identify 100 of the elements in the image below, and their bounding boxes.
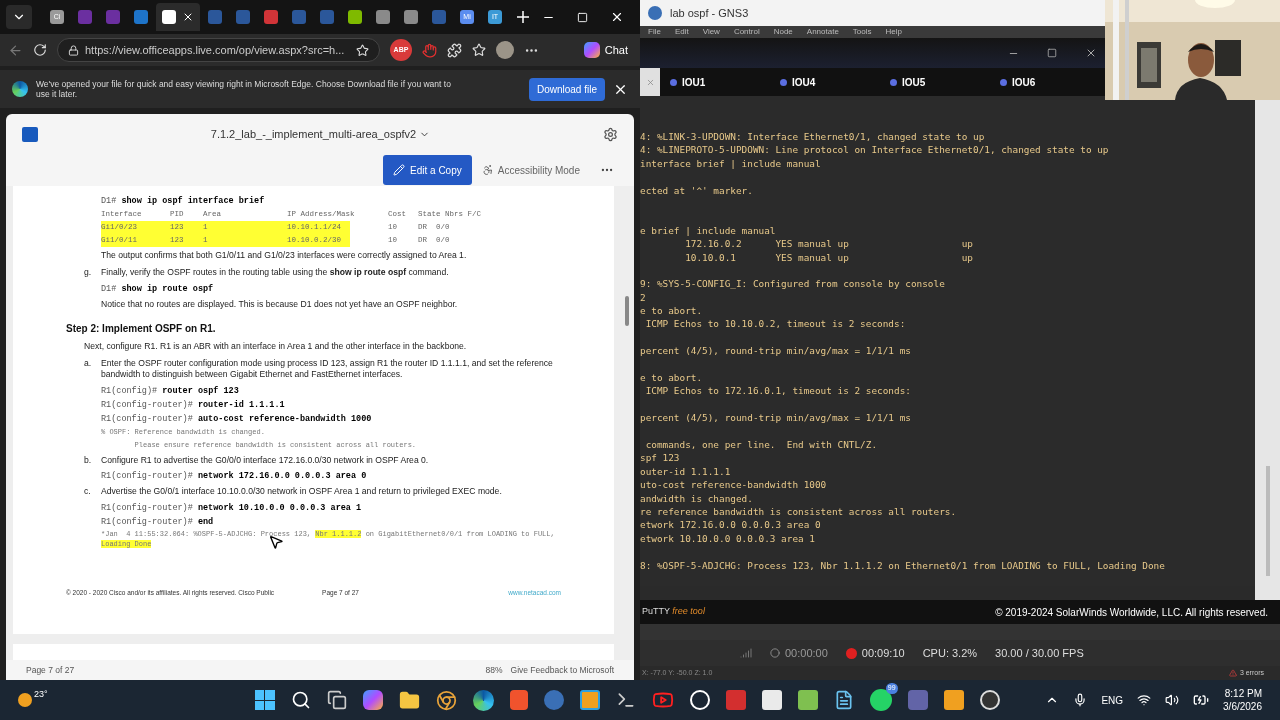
terminal-line: 4: %LINK-3-UPDOWN: Interface Ethernet0/1, changed state to up bbox=[640, 130, 986, 144]
tab-favicon-icon bbox=[432, 10, 446, 24]
menu-item[interactable]: View bbox=[702, 27, 720, 37]
terminal-line: 8: %OSPF-5-ADJCHG: Process 123, Nbr 1.1.1.2 on Ethernet0/1 from LOADING to FULL, Loading Done bbox=[640, 558, 1166, 572]
tab-favicon-icon bbox=[78, 10, 92, 24]
scrollbar-thumb[interactable] bbox=[625, 296, 629, 326]
settings-icon[interactable] bbox=[603, 126, 618, 142]
edit-copy-button[interactable]: Edit a Copy bbox=[383, 155, 472, 185]
tab-favicon-icon bbox=[106, 10, 120, 24]
step-letter: b. bbox=[84, 454, 93, 466]
close-icon[interactable] bbox=[610, 10, 624, 24]
chrome-icon[interactable] bbox=[435, 689, 457, 711]
favorites-icon[interactable] bbox=[472, 43, 486, 57]
menu-item[interactable]: Control bbox=[733, 27, 760, 37]
code-line: D1# show ip route ospf bbox=[100, 282, 215, 296]
wifi-icon[interactable] bbox=[1137, 693, 1152, 707]
menu-item[interactable]: File bbox=[648, 27, 661, 37]
terminal-line: e brief | include manual bbox=[640, 223, 777, 238]
scrollbar-thumb[interactable] bbox=[1265, 466, 1270, 576]
console-tab[interactable]: IOU5 bbox=[880, 74, 990, 90]
language-indicator[interactable]: ENG bbox=[1101, 692, 1124, 708]
terminal-line: 2 bbox=[640, 290, 647, 305]
clock-date[interactable]: 3/6/2026 bbox=[1223, 700, 1262, 713]
zoom-level[interactable]: 88% bbox=[485, 663, 503, 677]
terminal-line: 4: %LINEPROTO-5-UPDOWN: Line protocol on Interface Ethernet0/1, changed state to up bbox=[640, 143, 1110, 157]
menu-item[interactable]: Help bbox=[885, 27, 902, 37]
folder-icon[interactable] bbox=[398, 689, 420, 711]
step-heading: Step 2: Implement OSPF on R1. bbox=[65, 321, 217, 336]
info-message: We've opened your file for quick and easy viewing right in Microsoft Edge. Choose Download file if you want to use it later. bbox=[36, 79, 452, 99]
terminal-line: ICMP Echos to 172.16.0.1, timeout is 2 seconds: bbox=[644, 384, 912, 398]
step-text: Advertise the G0/0/1 interface 10.10.0.0/30 network in OSPF Area 1 and return to privileged EXEC mode. bbox=[101, 486, 502, 498]
start-icon[interactable] bbox=[254, 690, 275, 710]
chat-button[interactable]: Chat bbox=[583, 41, 632, 59]
accessibility-button[interactable]: Accessibility Mode bbox=[481, 162, 580, 178]
clock-time[interactable]: 8:12 PM bbox=[1224, 687, 1262, 700]
fps-reading: 30.00 / 30.00 FPS bbox=[995, 645, 1084, 661]
browser-tab[interactable] bbox=[156, 3, 200, 31]
tab-list-button[interactable] bbox=[6, 5, 32, 29]
warning-icon bbox=[1228, 669, 1237, 677]
mouse-cursor-icon bbox=[268, 534, 284, 550]
terminal-line: spf 123 bbox=[640, 451, 681, 465]
pencil-icon bbox=[393, 164, 406, 176]
menu-item[interactable]: Edit bbox=[674, 27, 689, 37]
back-icon[interactable] bbox=[8, 42, 23, 58]
document-title[interactable]: 7.1.2_lab_-_implement_multi-area_ospfv2 bbox=[210, 125, 431, 143]
menu-item[interactable]: Node bbox=[773, 27, 793, 37]
feedback-link[interactable]: Give Feedback to Microsoft bbox=[510, 663, 614, 677]
reload-icon[interactable] bbox=[33, 43, 47, 57]
close-icon[interactable] bbox=[1085, 47, 1097, 59]
step-text: Enter the OSPF router configuration mode using process ID 123, assign R1 the router ID 1.1.1.1, and set the reference bandwidth to distinguish between Gigabit Ethernet and FastEthernet interfaces. bbox=[101, 357, 554, 381]
menu-item[interactable]: Annotate bbox=[806, 27, 839, 37]
terminal-line: 9: %SYS-5-CONFIG_I: Configured from console by console bbox=[640, 277, 946, 291]
terminal-line: ICMP Echos to 10.10.0.2, timeout is 2 seconds: bbox=[644, 317, 907, 331]
copyright-text: © 2019-2024 SolarWinds Worldwide, LLC. All rights reserved. bbox=[995, 605, 1268, 620]
volume-icon[interactable] bbox=[1165, 693, 1180, 707]
profile-avatar[interactable] bbox=[496, 41, 514, 59]
terminal-line: outer-id 1.1.1.1 bbox=[640, 464, 732, 479]
paragraph: The output confirms that both G1/0/11 and G1/0/23 interfaces were correctly assigned to Area 1. bbox=[100, 249, 468, 262]
temperature: 23° bbox=[34, 688, 48, 702]
microphone-icon[interactable] bbox=[1073, 693, 1088, 707]
terminal-line: re reference bandwidth is consistent across all routers. bbox=[640, 504, 958, 519]
code-line: R1(config-router)# auto-cost reference-bandwidth 1000 bbox=[100, 412, 373, 426]
terminal-line: etwork 10.10.0.0 0.0.0.3 area 1 bbox=[640, 531, 816, 546]
tab-favicon-icon bbox=[404, 10, 418, 24]
step-letter: a. bbox=[84, 357, 93, 370]
weather-icon[interactable] bbox=[18, 693, 32, 707]
download-button[interactable]: Download file bbox=[528, 77, 605, 101]
console-tab[interactable]: IOU4 bbox=[770, 74, 880, 90]
menu-item[interactable]: Tools bbox=[852, 27, 872, 37]
terminal-line: commands, one per line. End with CNTL/Z. bbox=[644, 438, 879, 452]
close-icon[interactable] bbox=[182, 11, 194, 23]
search-icon[interactable] bbox=[290, 690, 311, 710]
box-icon[interactable] bbox=[579, 690, 600, 710]
step-text: Configure R1 to advertise the G0/0/0 interface 172.16.0.0/30 network in OSPF Area 0. bbox=[101, 454, 429, 466]
console-tab[interactable]: IOU1 bbox=[660, 74, 770, 90]
battery-icon[interactable] bbox=[1193, 692, 1210, 708]
app-icon[interactable] bbox=[725, 690, 746, 710]
tab-favicon-icon bbox=[162, 10, 176, 24]
address-bar[interactable]: https://view.officeapps.live.com/op/view.aspx?src=h... bbox=[57, 38, 380, 62]
step-text: Finally, verify the OSPF routes in the routing table using the show ip route ospf command. bbox=[101, 267, 449, 279]
tab-favicon-icon bbox=[320, 10, 334, 24]
hand-icon[interactable] bbox=[422, 42, 437, 58]
console-tab[interactable]: IOU6 bbox=[990, 74, 1100, 90]
task-view-icon[interactable] bbox=[326, 690, 347, 710]
recording-time: 00:09:10 bbox=[861, 645, 905, 661]
new-tab-icon[interactable] bbox=[516, 10, 530, 24]
record-icon bbox=[770, 648, 780, 658]
favorite-icon[interactable] bbox=[356, 43, 369, 57]
tab-favicon-icon bbox=[208, 10, 222, 24]
lock-icon bbox=[68, 44, 79, 56]
page-indicator: Page 7 of 27 bbox=[26, 663, 75, 677]
terminal-line: e to abort. bbox=[640, 371, 704, 385]
extensions-icon[interactable] bbox=[447, 42, 462, 58]
tab-favicon-icon bbox=[236, 10, 250, 24]
terminal-line: etwork 172.16.0.0 0.0.0.3 area 0 bbox=[640, 518, 822, 532]
terminal-line: percent (4/5), round-trip min/avg/max = 1/1/1 ms bbox=[640, 344, 912, 358]
paragraph: Next, configure R1. R1 is an ABR with an interface in Area 1 and the other interface in the backbone. bbox=[83, 339, 468, 353]
putty-label: PuTTY free tool bbox=[642, 605, 705, 619]
code-line: R1(config)# router ospf 123 bbox=[100, 384, 240, 398]
terminal-line: percent (4/5), round-trip min/avg/max = 1/1/1 ms bbox=[640, 411, 912, 425]
